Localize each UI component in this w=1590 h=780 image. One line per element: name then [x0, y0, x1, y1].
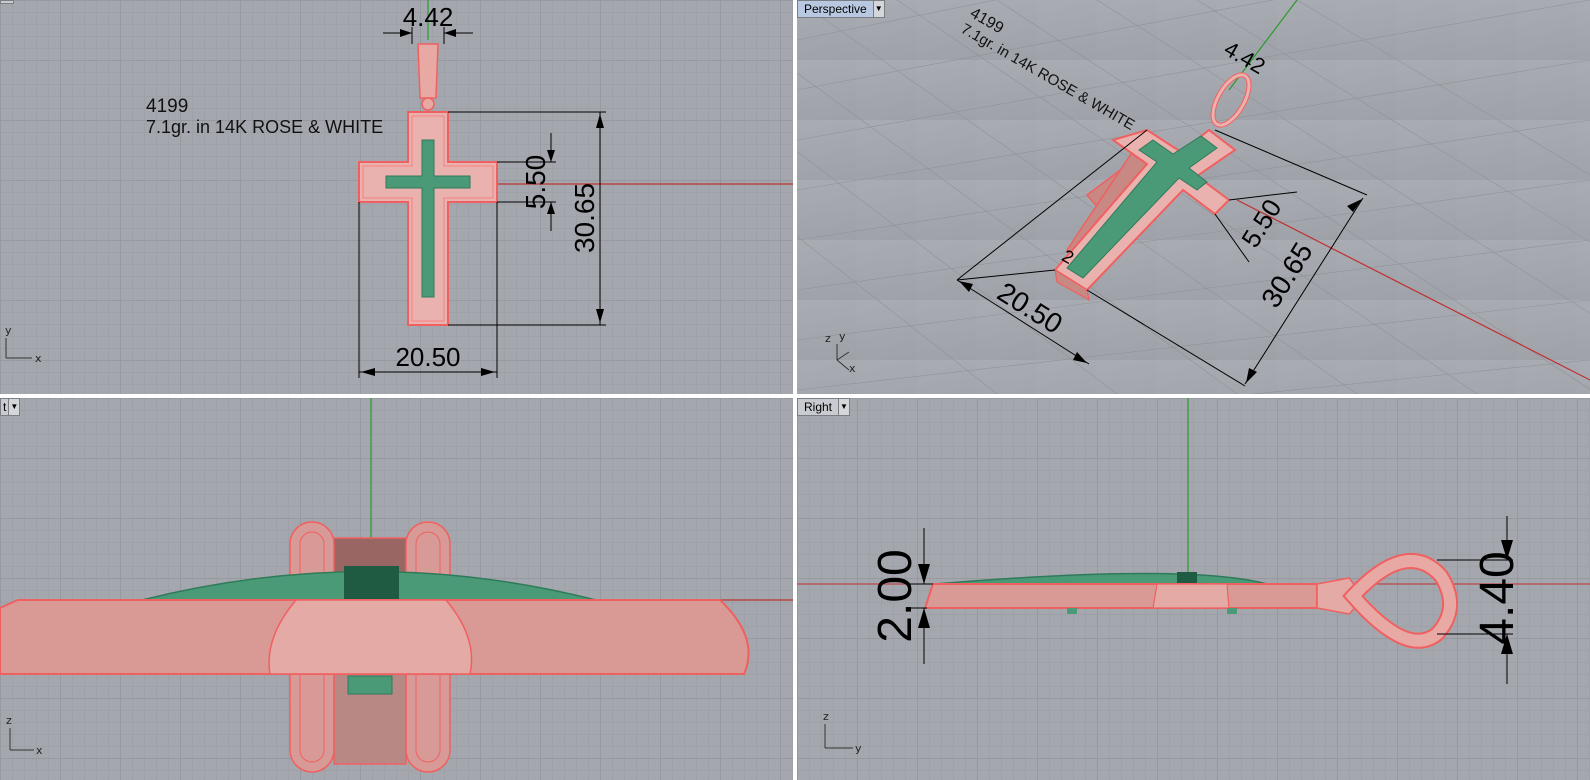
cross-center-side — [1152, 583, 1230, 609]
dim-arrow — [361, 368, 375, 376]
cross-body-side — [923, 583, 1318, 609]
axis-z-label: z — [823, 710, 829, 723]
dim-bail-height: 4.40 — [1471, 551, 1524, 644]
peg — [1067, 608, 1077, 614]
dim-arrow — [1246, 368, 1257, 383]
axis-x-label: x — [849, 362, 856, 375]
perspective-viewport-label-text: Perspective — [797, 0, 874, 18]
dim-total-height-persp: 30.65 — [1255, 237, 1318, 313]
top-viewport-label[interactable] — [0, 0, 14, 4]
axis-z-label: z — [825, 332, 831, 345]
axis-x-label: x — [35, 352, 42, 365]
bail-ring — [421, 97, 435, 111]
perspective-viewport-label[interactable]: Perspective ▼ — [797, 0, 885, 18]
chevron-down-icon[interactable]: ▼ — [873, 0, 885, 18]
annotation-note-persp: 4199 7.1gr. in 14K ROSE & WHITE — [958, 5, 1138, 134]
right-viewport-label[interactable]: Right ▼ — [797, 398, 851, 416]
chevron-down-icon[interactable]: ▼ — [9, 398, 21, 416]
dim-ext-line — [1214, 129, 1368, 196]
dim-ext-line — [1086, 289, 1246, 387]
cross-center-front — [268, 599, 473, 675]
dim-bail-width: 4.42 — [403, 2, 454, 32]
front-viewport-label[interactable]: t ▼ — [0, 398, 21, 416]
part-number: 4199 — [146, 96, 189, 117]
top-viewport-label-text — [0, 0, 14, 4]
dim-bail-width-persp: 4.42 — [1220, 36, 1270, 79]
dim-arm-height: 5.50 — [520, 155, 551, 210]
peg — [1227, 608, 1237, 614]
axis-x-label: x — [36, 744, 43, 757]
axis-y-label: y — [5, 324, 12, 337]
dim-arrow — [596, 309, 604, 323]
perspective-viewport[interactable]: Perspective ▼ 20.50 30.65 5.50 4.42 2 41… — [797, 0, 1590, 394]
dim-total-width-persp: 20.50 — [992, 276, 1068, 339]
annotation-note: 4199 7.1gr. in 14K ROSE & WHITE — [146, 96, 383, 138]
dim-total-height: 30.65 — [569, 183, 600, 253]
dim-thickness: 2.00 — [869, 549, 922, 642]
material-description: 7.1gr. in 14K ROSE & WHITE — [146, 117, 384, 137]
top-viewport[interactable]: 4.42 30.65 5.50 20.50 y x 4199 7.1gr. in… — [0, 0, 793, 394]
enamel-dark-section — [1177, 572, 1197, 584]
enamel-dark-section — [344, 566, 399, 600]
bail-shape — [417, 43, 439, 99]
right-viewport-label-text: Right — [797, 398, 840, 416]
right-viewport[interactable]: Right ▼ 2.00 4.40 z y — [797, 398, 1590, 780]
dim-total-width: 20.50 — [395, 342, 460, 372]
dim-arrow — [481, 368, 495, 376]
front-viewport-label-text: t — [0, 398, 10, 416]
dim-arrow — [959, 281, 973, 292]
chevron-down-icon[interactable]: ▼ — [839, 398, 851, 416]
dim-arrow — [596, 114, 604, 128]
axis-icon-x — [836, 359, 850, 371]
right-scene: 2.00 4.40 z y — [797, 398, 1590, 755]
perspective-scene: 20.50 30.65 5.50 4.42 2 4199 7.1gr. in 1… — [797, 0, 1590, 394]
enamel-side — [934, 572, 1268, 585]
axis-z-label: z — [6, 714, 12, 727]
front-viewport[interactable]: t ▼ z x — [0, 398, 793, 780]
dim-arrow — [1347, 199, 1362, 212]
material-description-persp: 7.1gr. in 14K ROSE & WHITE — [958, 20, 1138, 134]
front-scene: z x — [0, 398, 793, 773]
top-scene: 4.42 30.65 5.50 20.50 y x — [5, 0, 793, 378]
axis-y-label: y — [839, 330, 846, 343]
axis-y-label: y — [855, 742, 862, 755]
axis-icon-y — [836, 351, 850, 361]
